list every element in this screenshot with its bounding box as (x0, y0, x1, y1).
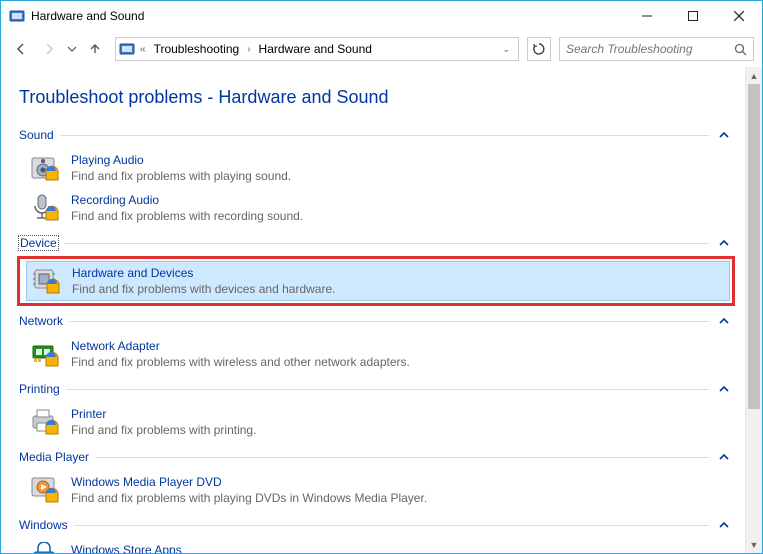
up-button[interactable] (83, 37, 107, 61)
section-label: Media Player (19, 450, 89, 464)
section-label: Network (19, 314, 63, 328)
scroll-track[interactable] (746, 84, 762, 536)
item-title: Hardware and Devices (72, 265, 335, 281)
search-icon[interactable] (734, 43, 747, 56)
section-header-windows[interactable]: Windows (19, 516, 733, 534)
back-button[interactable] (9, 37, 33, 61)
forward-button[interactable] (37, 37, 61, 61)
item-playing-audio[interactable]: Playing Audio Find and fix problems with… (25, 148, 733, 188)
item-printer[interactable]: Printer Find and fix problems with print… (25, 402, 733, 442)
recent-dropdown[interactable] (65, 37, 79, 61)
section-label: Device (19, 236, 58, 250)
item-recording-audio[interactable]: Recording Audio Find and fix problems wi… (25, 188, 733, 228)
item-title: Windows Store Apps (71, 542, 519, 553)
close-button[interactable] (716, 1, 762, 31)
chevron-up-icon[interactable] (715, 516, 733, 534)
section-header-device[interactable]: Device (19, 234, 733, 252)
item-hardware-devices[interactable]: Hardware and Devices Find and fix proble… (26, 261, 730, 301)
network-card-icon (29, 338, 61, 370)
scroll-thumb[interactable] (748, 84, 760, 409)
section-label: Sound (19, 128, 54, 142)
scroll-down-icon[interactable]: ▼ (746, 536, 762, 553)
item-wmp-dvd[interactable]: Windows Media Player DVD Find and fix pr… (25, 470, 733, 510)
refresh-button[interactable] (527, 37, 551, 61)
window-title: Hardware and Sound (31, 9, 144, 23)
chevron-up-icon[interactable] (715, 126, 733, 144)
search-box[interactable] (559, 37, 754, 61)
chevron-up-icon[interactable] (715, 234, 733, 252)
section-header-printing[interactable]: Printing (19, 380, 733, 398)
chevron-up-icon[interactable] (715, 312, 733, 330)
media-player-icon (29, 474, 61, 506)
window: Hardware and Sound « Trou (0, 0, 763, 554)
chevron-up-icon[interactable] (715, 380, 733, 398)
item-title: Printer (71, 406, 256, 422)
address-bar[interactable]: « Troubleshooting › Hardware and Sound ⌄ (115, 37, 519, 61)
item-title: Recording Audio (71, 192, 303, 208)
store-icon (29, 542, 61, 553)
item-windows-store-apps[interactable]: Windows Store Apps Troubleshoot problems… (25, 538, 733, 553)
item-desc: Find and fix problems with recording sou… (71, 208, 303, 224)
highlight-box: Hardware and Devices Find and fix proble… (17, 256, 735, 306)
scroll-up-icon[interactable]: ▲ (746, 67, 762, 84)
titlebar: Hardware and Sound (1, 1, 762, 31)
search-input[interactable] (566, 42, 734, 56)
item-title: Playing Audio (71, 152, 291, 168)
item-network-adapter[interactable]: Network Adapter Find and fix problems wi… (25, 334, 733, 374)
item-title: Network Adapter (71, 338, 410, 354)
section-header-media[interactable]: Media Player (19, 448, 733, 466)
section-header-network[interactable]: Network (19, 312, 733, 330)
breadcrumb-hardware-sound[interactable]: Hardware and Sound (255, 40, 376, 58)
item-desc: Find and fix problems with playing sound… (71, 168, 291, 184)
page-title: Troubleshoot problems - Hardware and Sou… (19, 87, 733, 108)
section-header-sound[interactable]: Sound (19, 126, 733, 144)
speaker-icon (29, 152, 61, 184)
content-area: Troubleshoot problems - Hardware and Sou… (1, 67, 745, 553)
breadcrumb-sep-icon: « (138, 44, 148, 55)
breadcrumb-troubleshooting[interactable]: Troubleshooting (150, 40, 244, 58)
item-desc: Find and fix problems with playing DVDs … (71, 490, 427, 506)
microphone-icon (29, 192, 61, 224)
app-icon (9, 8, 25, 24)
navbar: « Troubleshooting › Hardware and Sound ⌄ (1, 31, 762, 67)
minimize-button[interactable] (624, 1, 670, 31)
item-desc: Find and fix problems with wireless and … (71, 354, 410, 370)
address-icon (118, 40, 136, 58)
chevron-right-icon[interactable]: › (245, 44, 252, 55)
printer-icon (29, 406, 61, 438)
item-desc: Find and fix problems with devices and h… (72, 281, 335, 297)
maximize-button[interactable] (670, 1, 716, 31)
section-label: Windows (19, 518, 68, 532)
item-desc: Find and fix problems with printing. (71, 422, 256, 438)
section-label: Printing (19, 382, 60, 396)
address-dropdown-icon[interactable]: ⌄ (496, 44, 516, 55)
chevron-up-icon[interactable] (715, 448, 733, 466)
item-title: Windows Media Player DVD (71, 474, 427, 490)
scrollbar[interactable]: ▲ ▼ (745, 67, 762, 553)
chip-icon (30, 265, 62, 297)
